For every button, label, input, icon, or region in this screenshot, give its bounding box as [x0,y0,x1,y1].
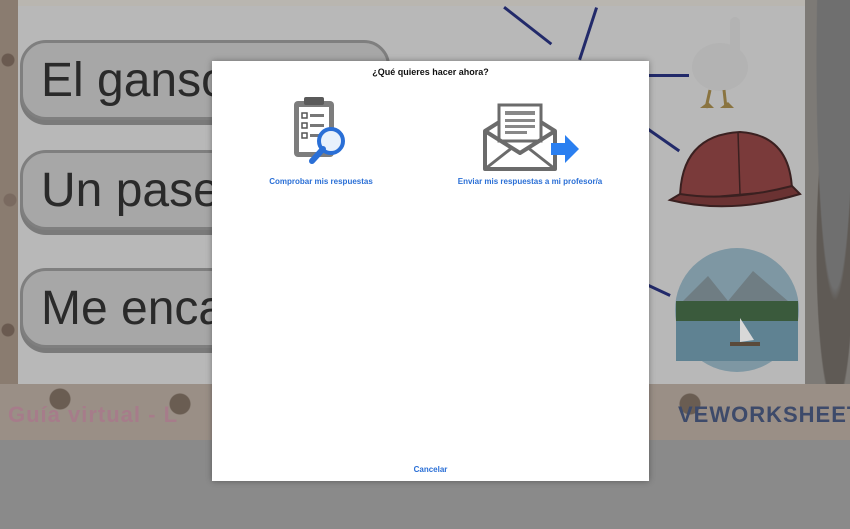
finish-dialog: ¿Qué quieres hacer ahora? Comprobar mis … [212,61,649,481]
goose-image [692,17,748,109]
check-answers-button[interactable]: Comprobar mis respuestas [246,91,396,186]
decorative-border-left [0,0,18,440]
cap-image [667,130,802,208]
clipboard-magnifier-icon [294,97,345,164]
send-answers-button[interactable]: Enviar mis respuestas a mi profesor/a [430,91,630,186]
worksheet-footer-title: Guía virtual - L [8,402,179,427]
dialog-title: ¿Qué quieres hacer ahora? [372,67,489,77]
envelope-send-icon [483,103,579,171]
lake-image [675,248,799,372]
cancel-button[interactable]: Cancelar [212,465,649,474]
send-answers-label: Enviar mis respuestas a mi profesor/a [457,177,603,186]
decorative-border-right [805,0,850,440]
check-answers-label: Comprobar mis respuestas [269,177,373,186]
worksheet-footer-brand: VEWORKSHEETS [678,402,850,427]
